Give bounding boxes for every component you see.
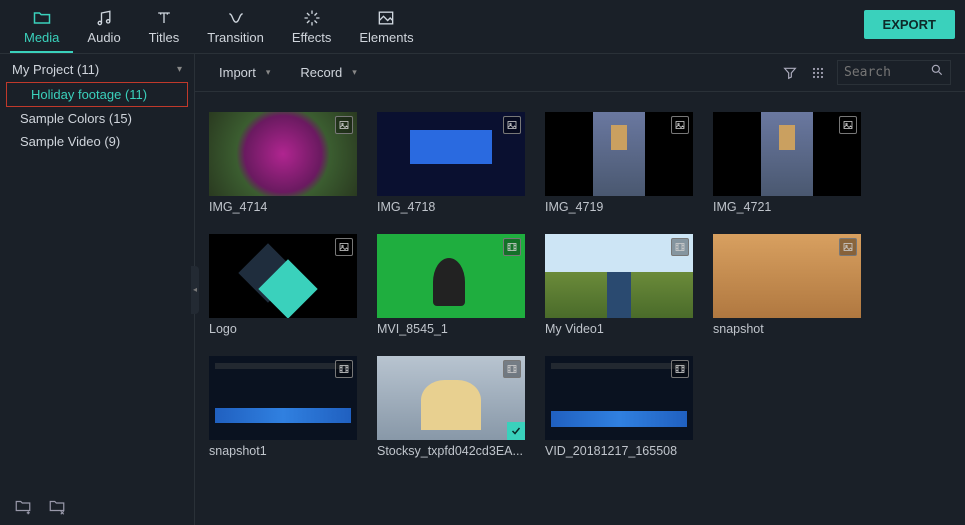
video-badge-icon xyxy=(335,360,353,378)
media-thumbnail[interactable] xyxy=(377,112,525,196)
media-item[interactable]: IMG_4718 xyxy=(377,112,525,214)
video-badge-icon xyxy=(671,238,689,256)
media-item[interactable]: IMG_4719 xyxy=(545,112,693,214)
sidebar-item-label: Sample Colors (15) xyxy=(20,111,132,126)
selected-check-icon xyxy=(507,422,525,440)
media-item[interactable]: My Video1 xyxy=(545,234,693,336)
tab-audio[interactable]: Audio xyxy=(73,6,134,51)
sidebar-item-sample-colors[interactable]: Sample Colors (15) xyxy=(0,107,194,130)
chevron-down-icon: ▾ xyxy=(177,64,182,75)
media-thumbnail[interactable] xyxy=(545,234,693,318)
video-badge-icon xyxy=(503,360,521,378)
media-item[interactable]: snapshot xyxy=(713,234,861,336)
search-box[interactable] xyxy=(837,60,951,85)
import-label: Import xyxy=(219,65,256,80)
sidebar-item-sample-video[interactable]: Sample Video (9) xyxy=(0,130,194,153)
image-badge-icon xyxy=(839,116,857,134)
export-button[interactable]: EXPORT xyxy=(864,10,955,39)
grid-view-icon[interactable] xyxy=(809,64,827,82)
media-item-label: snapshot1 xyxy=(209,444,357,458)
delete-folder-icon[interactable] xyxy=(48,497,66,515)
sidebar-item-holiday-footage[interactable]: Holiday footage (11) xyxy=(6,82,188,107)
import-button[interactable]: Import ▾ xyxy=(209,61,280,84)
transition-icon xyxy=(226,8,246,28)
media-thumbnail[interactable] xyxy=(377,356,525,440)
image-badge-icon xyxy=(671,116,689,134)
tab-label: Transition xyxy=(207,30,264,45)
folder-icon xyxy=(32,8,52,28)
media-item-label: Stocksy_txpfd042cd3EA... xyxy=(377,444,525,458)
sidebar-item-label: Sample Video (9) xyxy=(20,134,120,149)
media-thumbnail[interactable] xyxy=(209,234,357,318)
video-badge-icon xyxy=(503,238,521,256)
media-item[interactable]: VID_20181217_165508 xyxy=(545,356,693,458)
video-badge-icon xyxy=(671,360,689,378)
media-item[interactable]: IMG_4714 xyxy=(209,112,357,214)
media-item-label: IMG_4721 xyxy=(713,200,861,214)
media-item-label: MVI_8545_1 xyxy=(377,322,525,336)
tab-titles[interactable]: Titles xyxy=(135,6,194,51)
media-item[interactable]: Logo xyxy=(209,234,357,336)
media-item[interactable]: snapshot1 xyxy=(209,356,357,458)
tab-media[interactable]: Media xyxy=(10,6,73,53)
image-badge-icon xyxy=(503,116,521,134)
media-item-label: Logo xyxy=(209,322,357,336)
chevron-left-icon: ◂ xyxy=(193,285,197,294)
tab-effects[interactable]: Effects xyxy=(278,6,346,51)
media-thumbnail[interactable] xyxy=(713,112,861,196)
sidebar-collapse-handle[interactable]: ◂ xyxy=(191,266,199,314)
action-bar: Import ▾ Record ▾ xyxy=(195,54,965,92)
record-label: Record xyxy=(300,65,342,80)
media-thumbnail[interactable] xyxy=(377,234,525,318)
tab-label: Media xyxy=(24,30,59,45)
image-badge-icon xyxy=(335,238,353,256)
media-grid: IMG_4714 IMG_4718 IMG_4719 IMG_4721 Logo MVI_… xyxy=(195,92,965,525)
media-item-label: IMG_4719 xyxy=(545,200,693,214)
media-item[interactable]: Stocksy_txpfd042cd3EA... xyxy=(377,356,525,458)
sidebar-item-label: Holiday footage (11) xyxy=(31,87,147,102)
media-item[interactable]: MVI_8545_1 xyxy=(377,234,525,336)
media-item-label: snapshot xyxy=(713,322,861,336)
sidebar: My Project (11) ▾ Holiday footage (11) S… xyxy=(0,54,195,525)
chevron-down-icon: ▾ xyxy=(352,67,357,78)
media-thumbnail[interactable] xyxy=(209,112,357,196)
media-item[interactable]: IMG_4721 xyxy=(713,112,861,214)
image-icon xyxy=(376,8,396,28)
sparkle-icon xyxy=(302,8,322,28)
top-toolbar: Media Audio Titles Transition Effects xyxy=(0,0,965,54)
media-item-label: VID_20181217_165508 xyxy=(545,444,693,458)
tab-label: Titles xyxy=(149,30,180,45)
image-badge-icon xyxy=(839,238,857,256)
search-input[interactable] xyxy=(844,65,924,80)
media-item-label: IMG_4714 xyxy=(209,200,357,214)
filter-icon[interactable] xyxy=(781,64,799,82)
search-icon xyxy=(930,63,944,82)
text-icon xyxy=(154,8,174,28)
tab-label: Audio xyxy=(87,30,120,45)
tab-label: Elements xyxy=(359,30,413,45)
media-thumbnail[interactable] xyxy=(713,234,861,318)
media-item-label: IMG_4718 xyxy=(377,200,525,214)
tab-transition[interactable]: Transition xyxy=(193,6,278,51)
chevron-down-icon: ▾ xyxy=(266,67,271,78)
media-thumbnail[interactable] xyxy=(545,356,693,440)
music-icon xyxy=(94,8,114,28)
record-button[interactable]: Record ▾ xyxy=(290,61,366,84)
sidebar-item-label: My Project (11) xyxy=(12,62,99,77)
new-folder-icon[interactable] xyxy=(14,497,32,515)
sidebar-item-my-project[interactable]: My Project (11) ▾ xyxy=(0,58,194,81)
media-item-label: My Video1 xyxy=(545,322,693,336)
media-thumbnail[interactable] xyxy=(545,112,693,196)
media-thumbnail[interactable] xyxy=(209,356,357,440)
image-badge-icon xyxy=(335,116,353,134)
tab-label: Effects xyxy=(292,30,332,45)
tab-elements[interactable]: Elements xyxy=(345,6,427,51)
